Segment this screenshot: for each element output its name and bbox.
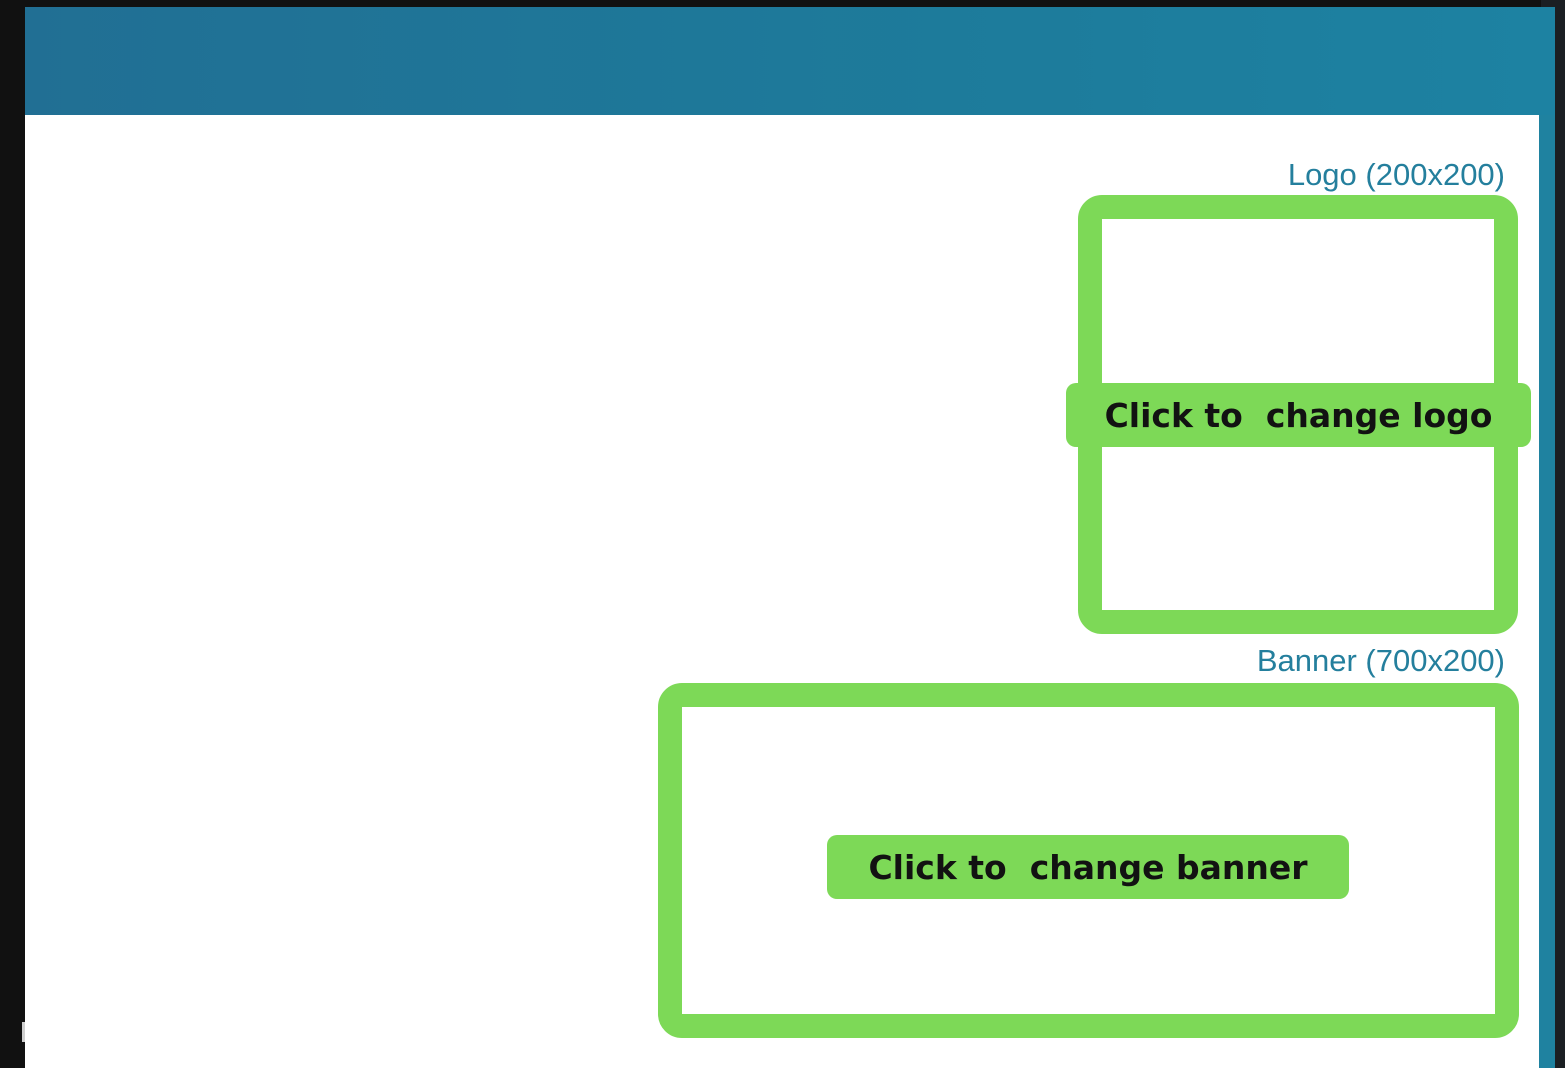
change-banner-button[interactable]: Click to change banner bbox=[827, 835, 1349, 899]
logo-section-label: Logo (200x200) bbox=[1287, 157, 1505, 192]
banner-section-label: Banner (700x200) bbox=[1256, 643, 1505, 678]
app-window: Logo (200x200) Click to change logo Bann… bbox=[25, 7, 1555, 1068]
right-scroll-edge bbox=[1539, 115, 1555, 1068]
header-bar bbox=[25, 7, 1555, 115]
change-logo-button[interactable]: Click to change logo bbox=[1066, 383, 1531, 447]
